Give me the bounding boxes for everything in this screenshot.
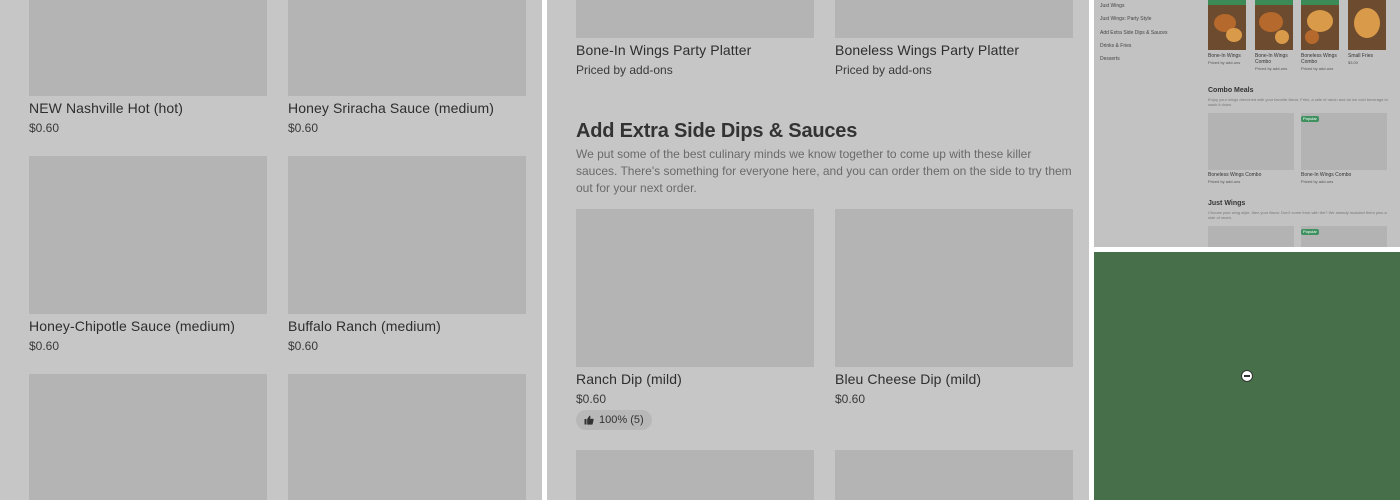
- item-name[interactable]: Honey Sriracha Sauce (medium): [288, 100, 494, 116]
- item-price: $0.60: [29, 339, 60, 353]
- item-price: Priced by add-ons: [1301, 179, 1334, 184]
- green-panel: [1094, 252, 1400, 500]
- item-name[interactable]: Small Fries: [1348, 53, 1388, 59]
- item-image[interactable]: [1208, 113, 1294, 170]
- item-price: Priced by add-ons: [1208, 60, 1241, 65]
- page-thumbnail: Just Wings Just Wings: Party Style Add E…: [1094, 0, 1400, 247]
- item-name[interactable]: Boneless Wings Combo: [1208, 172, 1288, 178]
- section-title: Add Extra Side Dips & Sauces: [576, 120, 858, 142]
- popular-badge: Popular: [1301, 229, 1319, 235]
- nav-link[interactable]: Just Wings: Party Style: [1100, 16, 1151, 22]
- item-price: $0.60: [576, 392, 607, 406]
- item-price: $0.60: [288, 121, 319, 135]
- item-price: Priced by add-ons: [1255, 66, 1288, 71]
- section-description: We put some of the best culinary minds w…: [576, 147, 1072, 195]
- item-image[interactable]: [29, 156, 267, 314]
- item-name[interactable]: Bone-In Wings Combo: [1255, 53, 1295, 65]
- item-price: Priced by add-ons: [1208, 179, 1241, 184]
- rating-badge: 100% (5): [576, 410, 652, 430]
- nav-link[interactable]: Drinks & Fries: [1100, 43, 1131, 49]
- item-name[interactable]: Boneless Wings Combo: [1301, 53, 1341, 65]
- item-name[interactable]: Bone-In Wings Combo: [1301, 172, 1381, 178]
- item-name[interactable]: Boneless Wings Party Platter: [835, 42, 1019, 58]
- food-image[interactable]: [1301, 0, 1339, 50]
- item-price: Priced by add-ons: [835, 63, 932, 77]
- item-price: Priced by add-ons: [576, 63, 673, 77]
- item-image[interactable]: [288, 374, 526, 500]
- menu-panel-left: NEW Nashville Hot (hot) $0.60 Honey Srir…: [0, 0, 542, 500]
- item-image[interactable]: [576, 209, 814, 367]
- item-name[interactable]: Bone-In Wings: [1208, 53, 1248, 59]
- item-name[interactable]: Bone-In Wings Party Platter: [576, 42, 751, 58]
- item-image[interactable]: [576, 0, 814, 38]
- item-image[interactable]: [835, 0, 1073, 38]
- food-image[interactable]: [1255, 0, 1293, 50]
- item-price: Priced by add-ons: [1301, 66, 1334, 71]
- item-image[interactable]: [288, 0, 526, 96]
- section-title: Combo Meals: [1208, 87, 1254, 94]
- section-description: Enjoy your wings drenched with your favo…: [1208, 97, 1388, 107]
- rating-text: 100% (5): [599, 414, 644, 426]
- item-name[interactable]: Ranch Dip (mild): [576, 371, 682, 387]
- item-price: $3.00: [1348, 60, 1359, 65]
- section-description: Choose your wing style, then your flavor…: [1208, 210, 1387, 220]
- popular-badge: Popular: [1301, 116, 1319, 122]
- nav-link[interactable]: Desserts: [1100, 56, 1120, 62]
- food-image[interactable]: [1208, 0, 1246, 50]
- nav-link[interactable]: Add Extra Side Dips & Sauces: [1100, 30, 1168, 36]
- food-image[interactable]: [1348, 0, 1386, 50]
- item-name[interactable]: Buffalo Ranch (medium): [288, 318, 441, 334]
- item-image[interactable]: [835, 209, 1073, 367]
- item-image[interactable]: [835, 450, 1073, 500]
- item-price: $0.60: [835, 392, 866, 406]
- thumbs-up-icon: [584, 415, 594, 425]
- menu-panel-middle: Bone-In Wings Party Platter Priced by ad…: [547, 0, 1089, 500]
- item-price: $0.60: [288, 339, 319, 353]
- item-image[interactable]: [29, 0, 267, 96]
- item-image[interactable]: [29, 374, 267, 500]
- nav-link[interactable]: Just Wings: [1100, 3, 1124, 9]
- item-image[interactable]: [1208, 226, 1294, 247]
- minus-circle-icon[interactable]: [1241, 370, 1253, 382]
- item-name[interactable]: Bleu Cheese Dip (mild): [835, 371, 981, 387]
- item-image[interactable]: [576, 450, 814, 500]
- item-name[interactable]: NEW Nashville Hot (hot): [29, 100, 183, 116]
- item-price: $0.60: [29, 121, 60, 135]
- item-name[interactable]: Honey-Chipotle Sauce (medium): [29, 318, 235, 334]
- item-image[interactable]: [288, 156, 526, 314]
- section-title: Just Wings: [1208, 200, 1246, 207]
